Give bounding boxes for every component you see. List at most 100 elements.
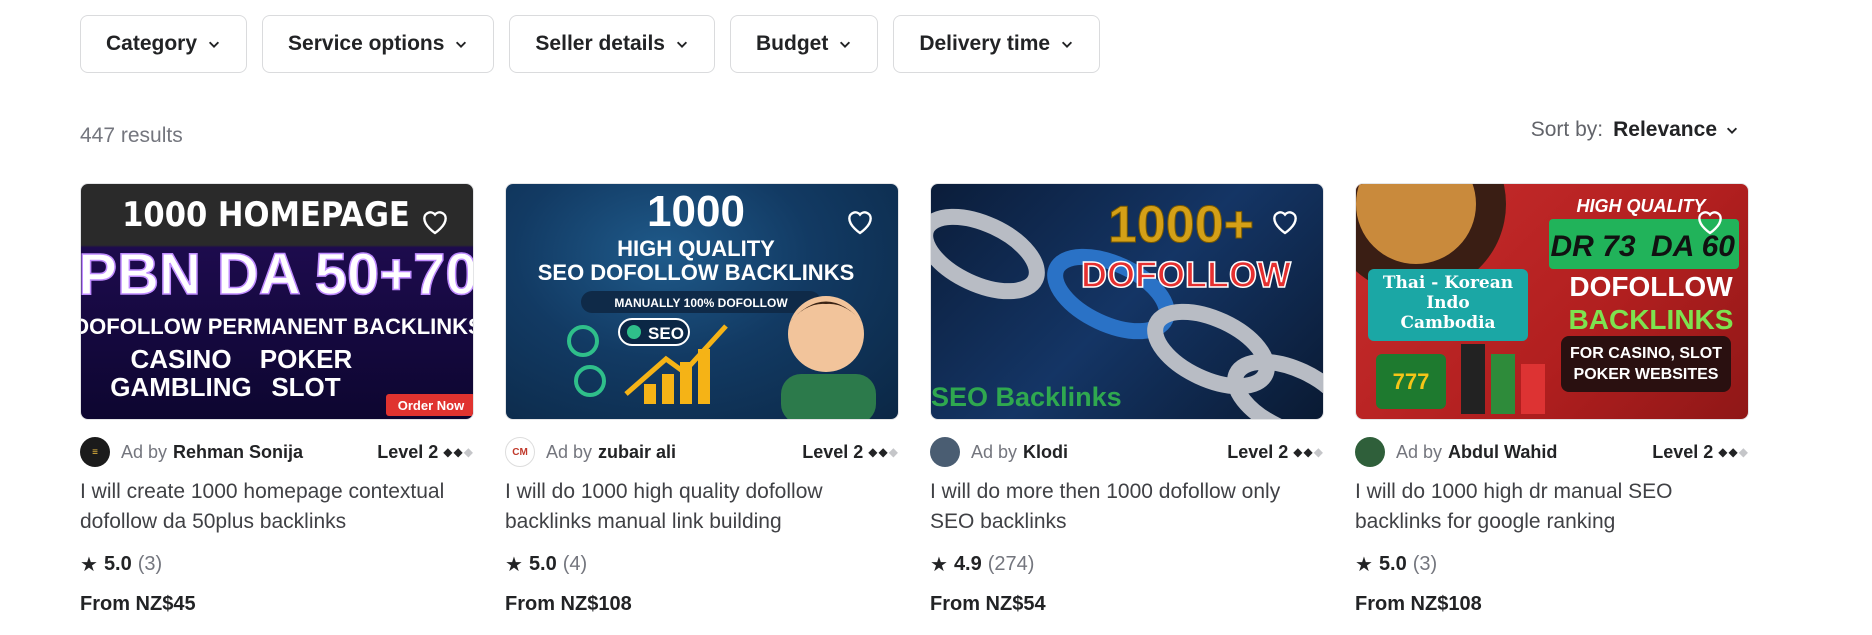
sort-value: Relevance xyxy=(1613,118,1717,141)
avatar[interactable]: CM xyxy=(505,437,535,467)
sort-dropdown[interactable]: Relevance xyxy=(1613,118,1739,142)
gig-price[interactable]: From NZ$45 xyxy=(80,593,474,616)
filter-budget-button[interactable]: Budget xyxy=(730,15,879,73)
image-text: 1000 xyxy=(647,187,745,236)
image-text: SEO DOFOLLOW BACKLINKS xyxy=(538,260,855,285)
heart-icon[interactable] xyxy=(1269,206,1301,236)
avatar[interactable]: ≡ xyxy=(80,437,110,467)
rating-score: 5.0 xyxy=(1378,553,1407,575)
level-diamonds-icon: ◆◆◆ xyxy=(868,445,899,459)
seller-level-label: Level 2 xyxy=(1652,441,1714,462)
image-text: 1000 HOMEPAGE xyxy=(122,195,410,235)
rating: ★ 5.0 (4) xyxy=(505,552,899,577)
seller-name[interactable]: Klodi xyxy=(1023,442,1068,463)
image-text: DR 73 xyxy=(1550,230,1635,263)
heart-icon[interactable] xyxy=(1694,206,1726,236)
gig-card: HIGH QUALITY DR 73 DA 60 Thai - Korean I… xyxy=(1355,183,1749,616)
image-text: BACKLINKS xyxy=(1569,304,1734,335)
filter-seller-details-button[interactable]: Seller details xyxy=(509,15,715,73)
level-diamonds-icon: ◆◆◆ xyxy=(1718,445,1749,459)
seller-level: Level 2 ◆◆◆ xyxy=(377,442,474,463)
seller-level: Level 2 ◆◆◆ xyxy=(802,442,899,463)
rating-count: (4) xyxy=(562,553,588,575)
seller-row: Ad by Abdul Wahid Level 2 ◆◆◆ xyxy=(1355,437,1749,467)
seller-name[interactable]: zubair ali xyxy=(598,442,676,463)
image-text: DOFOLLOW xyxy=(1569,271,1733,302)
seller-row: ≡ Ad by Rehman Sonija Level 2 ◆◆◆ xyxy=(80,437,474,467)
seller-row: CM Ad by zubair ali Level 2 ◆◆◆ xyxy=(505,437,899,467)
gig-title[interactable]: I will do more then 1000 dofollow only S… xyxy=(930,477,1324,537)
gig-card: 1000 HIGH QUALITY SEO DOFOLLOW BACKLINKS… xyxy=(505,183,899,616)
gig-thumbnail[interactable]: 1000 HOMEPAGE PBN DA 50+70 DOFOLLOW PERM… xyxy=(80,183,474,420)
image-text: SLOT xyxy=(271,372,340,402)
gig-card: 1000+ DOFOLLOW SEO Backlinks Ad by Klodi… xyxy=(930,183,1324,616)
chevron-down-icon xyxy=(676,41,688,48)
avatar[interactable] xyxy=(930,437,960,467)
rating-score: 4.9 xyxy=(953,553,982,575)
rating: ★ 5.0 (3) xyxy=(80,552,474,577)
image-text: Order Now xyxy=(398,398,465,413)
gig-image-art: HIGH QUALITY DR 73 DA 60 Thai - Korean I… xyxy=(1356,184,1739,414)
seller-name[interactable]: Rehman Sonija xyxy=(173,442,303,463)
filter-bar: Category Service options Seller details … xyxy=(80,15,1101,73)
filter-delivery-time-label: Delivery time xyxy=(919,32,1051,55)
filter-service-options-label: Service options xyxy=(288,32,445,55)
filter-category-button[interactable]: Category xyxy=(80,15,248,73)
seller-level-label: Level 2 xyxy=(802,441,864,462)
image-text: POKER WEBSITES xyxy=(1574,366,1719,383)
image-text: POKER xyxy=(260,344,353,374)
gig-title[interactable]: I will do 1000 high dr manual SEO backli… xyxy=(1355,477,1749,537)
seller-level-label: Level 2 xyxy=(1227,441,1289,462)
gig-card-list: 1000 HOMEPAGE PBN DA 50+70 DOFOLLOW PERM… xyxy=(80,183,1749,616)
level-diamonds-icon: ◆◆◆ xyxy=(443,445,474,459)
image-text: CASINO xyxy=(130,344,231,374)
sort-control: Sort by: Relevance xyxy=(1531,118,1739,142)
chevron-down-icon xyxy=(840,41,851,48)
image-text: Thai - Korean xyxy=(1383,273,1513,293)
gig-image-art: 1000+ DOFOLLOW SEO Backlinks xyxy=(931,196,1323,419)
ad-label: Ad by xyxy=(121,441,168,462)
filter-seller-details-label: Seller details xyxy=(535,32,665,55)
image-text: GAMBLING xyxy=(110,372,252,402)
svg-text:777: 777 xyxy=(1393,369,1430,394)
gig-thumbnail[interactable]: 1000 HIGH QUALITY SEO DOFOLLOW BACKLINKS… xyxy=(505,183,899,420)
gig-title[interactable]: I will do 1000 high quality dofollow bac… xyxy=(505,477,899,537)
rating-count: (3) xyxy=(137,553,163,575)
ad-label: Ad by xyxy=(546,441,593,462)
rating: ★ 5.0 (3) xyxy=(1355,552,1749,577)
image-text: MANUALLY 100% DOFOLLOW xyxy=(614,296,788,310)
gig-price[interactable]: From NZ$108 xyxy=(505,593,899,616)
ad-label: Ad by xyxy=(971,441,1018,462)
gig-thumbnail[interactable]: 1000+ DOFOLLOW SEO Backlinks xyxy=(930,183,1324,420)
heart-icon[interactable] xyxy=(419,206,451,236)
seller-row: Ad by Klodi Level 2 ◆◆◆ xyxy=(930,437,1324,467)
filter-service-options-button[interactable]: Service options xyxy=(262,15,495,73)
level-diamonds-icon: ◆◆◆ xyxy=(1293,445,1324,459)
results-count: 447 results xyxy=(80,124,183,147)
gig-image-art: 1000 HOMEPAGE PBN DA 50+70 DOFOLLOW PERM… xyxy=(81,195,474,416)
image-text: DOFOLLOW xyxy=(1081,254,1291,295)
avatar[interactable] xyxy=(1355,437,1385,467)
image-text: Cambodia xyxy=(1400,313,1495,333)
gig-thumbnail[interactable]: HIGH QUALITY DR 73 DA 60 Thai - Korean I… xyxy=(1355,183,1749,420)
rating-count: (3) xyxy=(1412,553,1438,575)
heart-icon[interactable] xyxy=(844,206,876,236)
image-text: FOR CASINO, SLOT xyxy=(1570,345,1722,362)
gig-price[interactable]: From NZ$108 xyxy=(1355,593,1749,616)
image-text: PBN DA 50+70 xyxy=(81,242,474,307)
filter-category-label: Category xyxy=(106,32,198,55)
star-icon: ★ xyxy=(505,554,523,576)
gig-price[interactable]: From NZ$54 xyxy=(930,593,1324,616)
image-text: SEO Backlinks xyxy=(931,382,1122,412)
star-icon: ★ xyxy=(1355,554,1373,576)
seller-name[interactable]: Abdul Wahid xyxy=(1448,442,1557,463)
sort-label: Sort by: xyxy=(1530,118,1604,141)
seller-level: Level 2 ◆◆◆ xyxy=(1652,442,1749,463)
image-text: HIGH QUALITY xyxy=(1577,196,1708,216)
rating-score: 5.0 xyxy=(528,553,557,575)
star-icon: ★ xyxy=(930,554,948,576)
rating-count: (274) xyxy=(987,553,1035,575)
gig-title[interactable]: I will create 1000 homepage contextual d… xyxy=(80,477,474,537)
chevron-down-icon xyxy=(1726,127,1738,134)
filter-delivery-time-button[interactable]: Delivery time xyxy=(893,15,1101,73)
